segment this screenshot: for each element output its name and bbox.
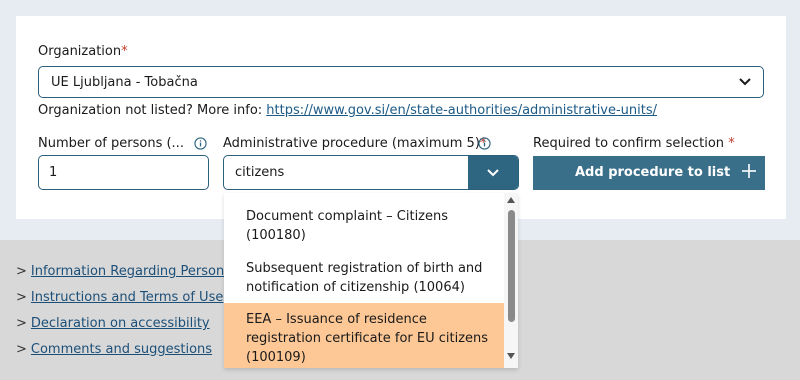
footer-link-accessibility[interactable]: > Declaration on accessibility [16,316,210,331]
dropdown-scrollbar[interactable] [504,193,518,368]
info-icon[interactable] [478,137,491,150]
chevron-down-icon [739,78,751,86]
info-icon[interactable] [194,137,207,150]
form-card: Organization* UE Ljubljana - Tobačna Org… [16,16,786,219]
scroll-up-icon[interactable] [507,197,515,203]
procedure-label: Administrative procedure (maximum 5)* [223,136,487,151]
dropdown-option-highlighted[interactable]: EEA – Issuance of residence registration… [224,303,504,368]
organization-label: Organization* [38,44,128,59]
procedure-dropdown-list: Document complaint – Citizens (100180) S… [224,193,518,368]
persons-input[interactable]: 1 [38,155,209,190]
organization-info-line: Organization not listed? More info: http… [38,103,658,118]
dropdown-option[interactable]: Document complaint – Citizens (100180) [224,207,504,249]
persons-label: Number of persons (... [38,136,184,151]
organization-select[interactable]: UE Ljubljana - Tobačna [38,66,764,98]
procedure-combobox[interactable]: citizens [223,155,519,190]
chevron-right-icon: > [16,316,27,331]
footer-link-terms[interactable]: > Instructions and Terms of Use [16,290,223,305]
chevron-right-icon: > [16,264,27,279]
procedure-dropdown-toggle[interactable] [468,156,518,189]
scroll-down-icon[interactable] [507,353,515,359]
confirm-label: Required to confirm selection * [533,136,735,151]
procedure-search-input[interactable]: citizens [235,165,284,180]
chevron-down-icon [487,169,499,177]
scrollbar-thumb[interactable] [508,210,515,322]
add-procedure-button[interactable]: Add procedure to list [533,156,765,190]
footer-link-personal-info[interactable]: > Information Regarding Personal [16,264,236,279]
plus-icon [742,164,756,178]
organization-selected-value: UE Ljubljana - Tobačna [51,75,198,90]
administrative-units-link[interactable]: https://www.gov.si/en/state-authorities/… [266,103,657,118]
chevron-right-icon: > [16,290,27,305]
footer-link-comments[interactable]: > Comments and suggestions [16,342,212,357]
chevron-right-icon: > [16,342,27,357]
dropdown-option[interactable]: Subsequent registration of birth and not… [224,259,504,301]
